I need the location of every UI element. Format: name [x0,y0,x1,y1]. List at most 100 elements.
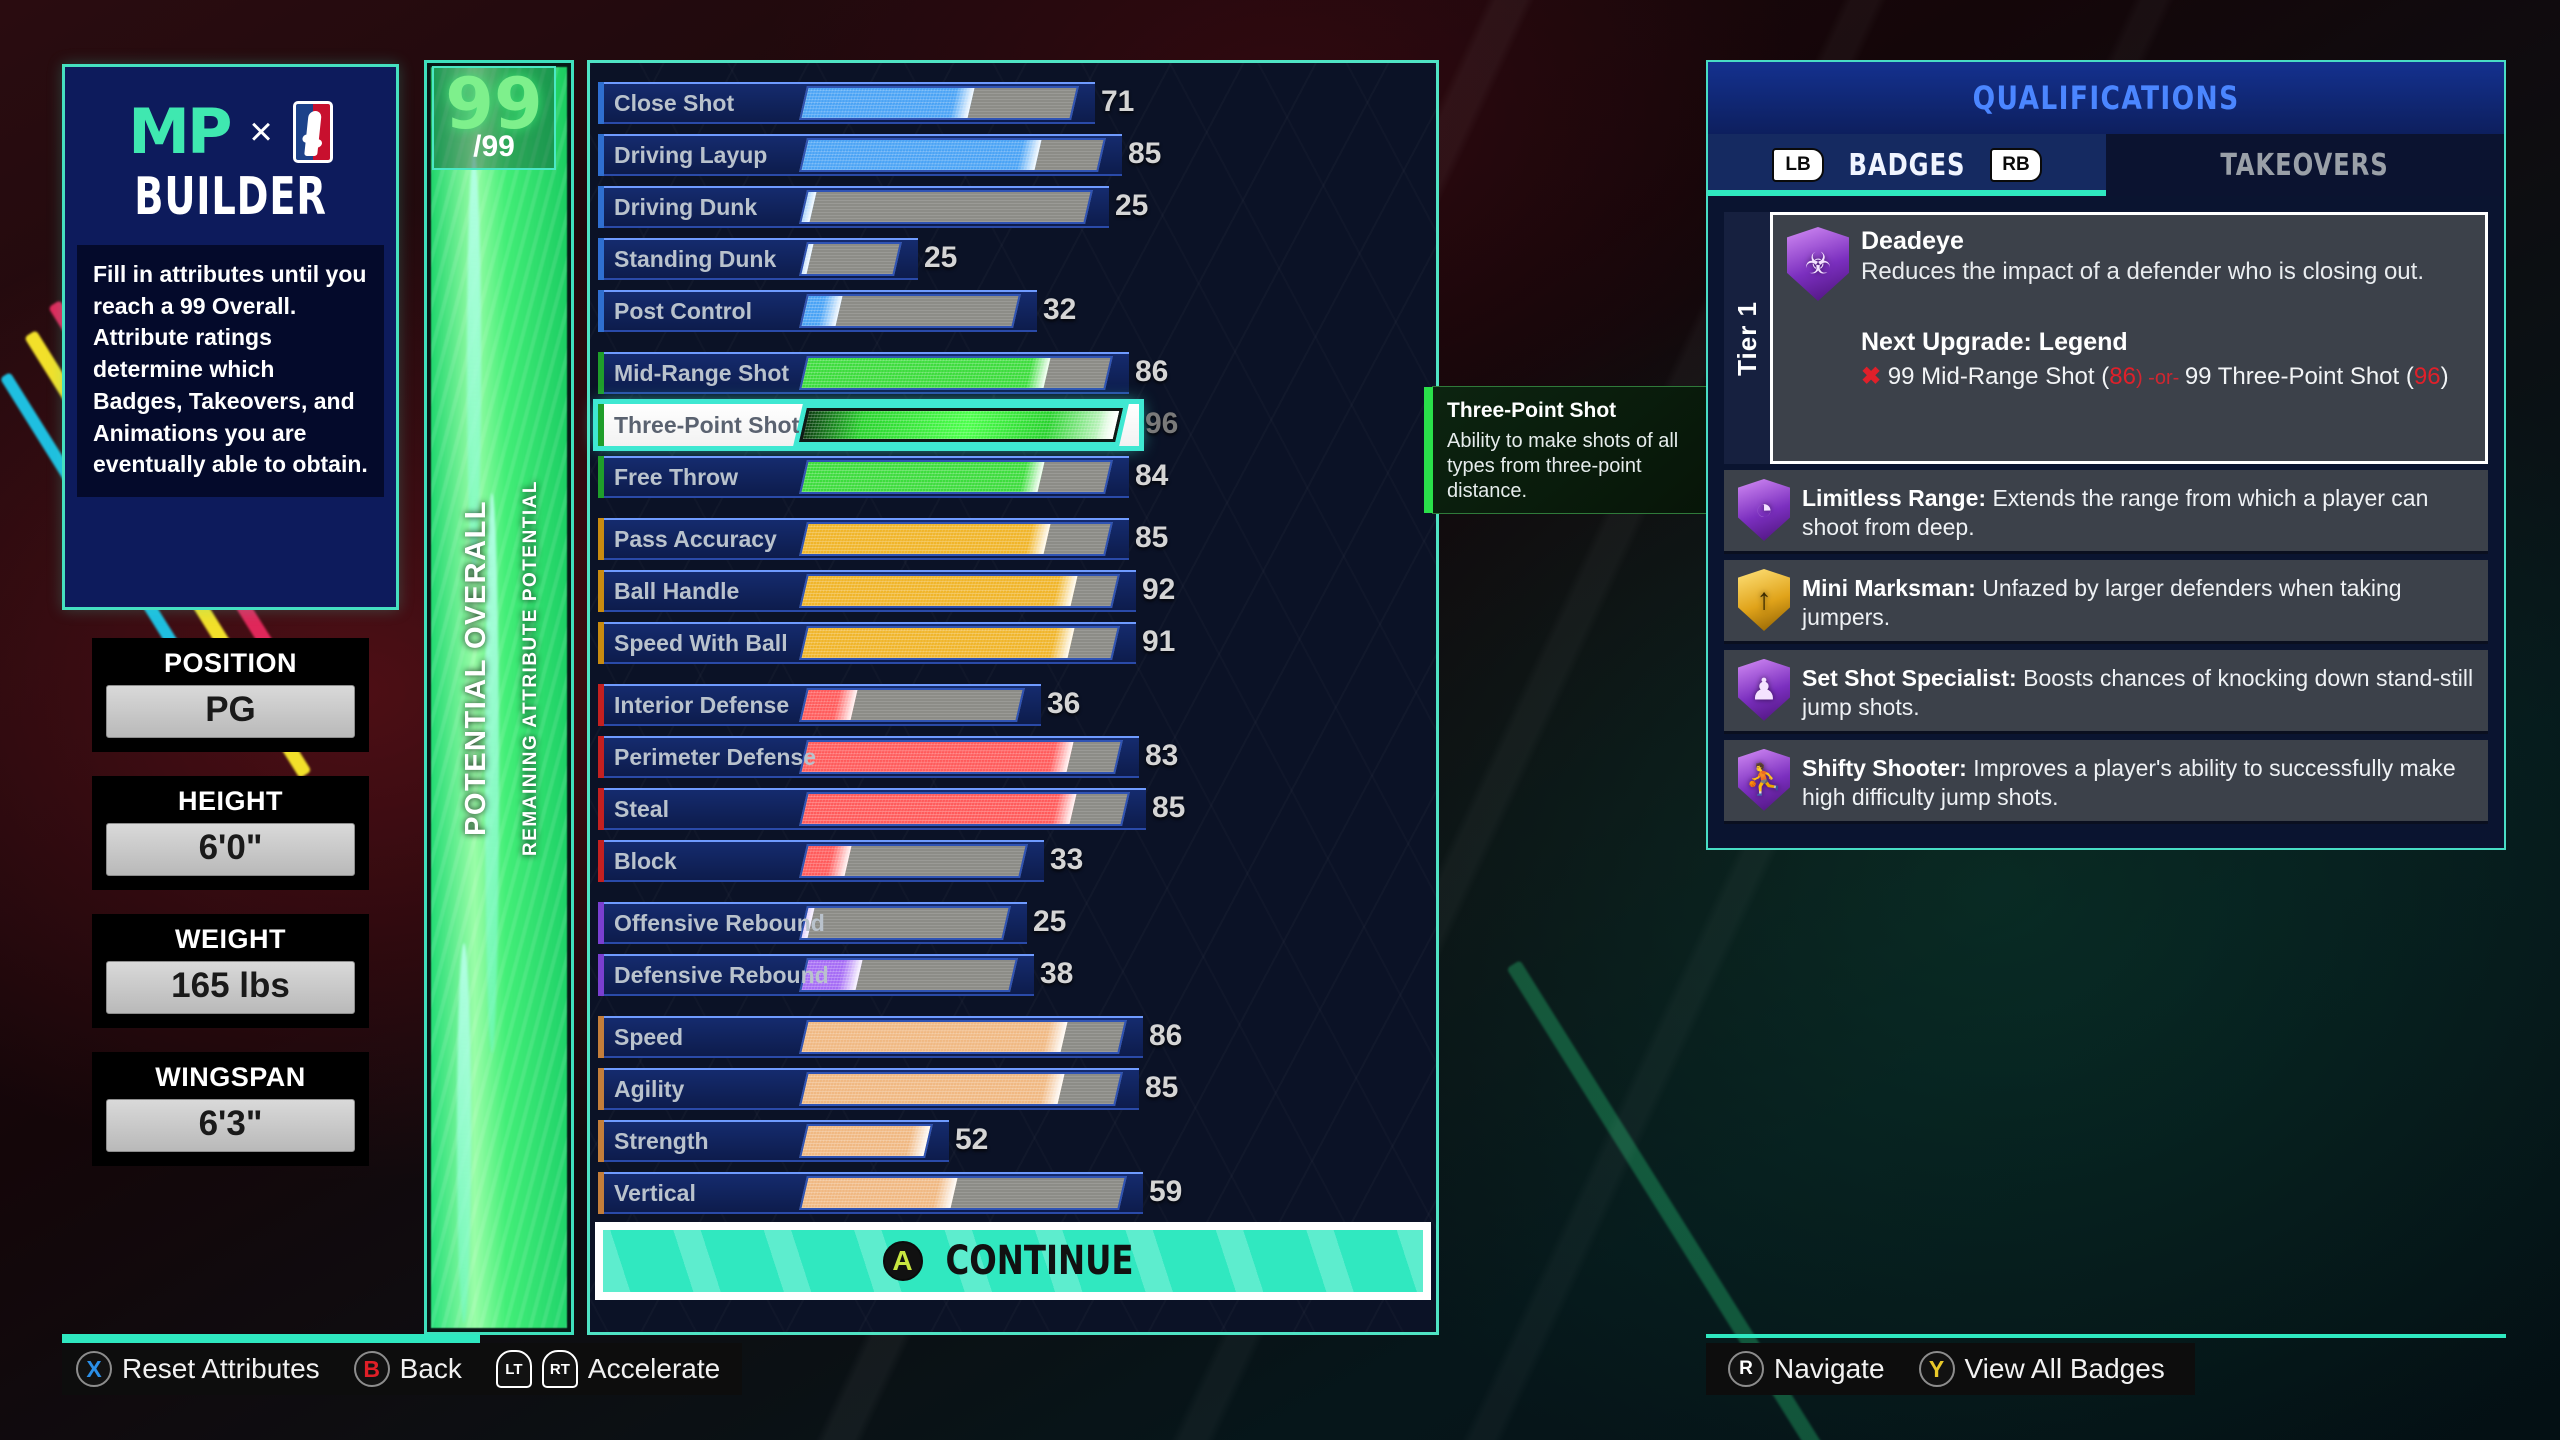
attribute-name: Pass Accuracy [614,525,777,552]
attribute-row[interactable]: Driving Layup 85 [598,129,1388,181]
attribute-name: Post Control [614,297,752,324]
attribute-bar-track [799,740,1123,774]
attribute-row[interactable]: Speed 86 [598,1011,1388,1063]
left-accent-strip [62,1334,480,1343]
continue-label: CONTINUE [944,1238,1134,1284]
attribute-bar-fill [801,742,1074,772]
attribute-row[interactable]: Strength 52 [598,1115,1388,1167]
badge-list-item[interactable]: ⛹ Shifty Shooter: Improves a player's abi… [1724,739,2488,824]
attribute-row[interactable]: Speed With Ball 91 [598,617,1388,669]
requirement-separator: ) -or- [2135,367,2185,389]
overall-rating-value: 99 [445,62,543,145]
shooter-badge-icon: ♟ [1738,658,1790,721]
badge-list: ◔ Limitless Range: Extends the range from… [1724,470,2488,824]
hint-label-view-badges: View All Badges [1964,1353,2165,1384]
attribute-value: 33 [1050,843,1084,876]
attribute-row[interactable]: Block 33 [598,835,1388,887]
badge-list-item[interactable]: ◔ Limitless Range: Extends the range from… [1724,470,2488,554]
hint-view-all-badges[interactable]: Y View All Badges [1918,1351,2165,1387]
attribute-row[interactable]: Offensive Rebound 25 [598,897,1388,949]
badge-list-item-name: Mini Marksman: [1802,574,1976,601]
attribute-value: 25 [1115,189,1149,222]
attribute-bar-fill [801,1022,1068,1052]
spec-card-height[interactable]: HEIGHT 6'0" [92,776,369,890]
attribute-row[interactable]: Standing Dunk 25 [598,233,1388,285]
badge-detail-card[interactable]: ☣ Deadeye Reduces the impact of a defend… [1770,212,2488,464]
badge-list-item[interactable]: ↑ Mini Marksman: Unfazed by larger defend… [1724,559,2488,644]
qualifications-tabs: LB BADGES RB TAKEOVERS [1708,134,2504,196]
attribute-name: Perimeter Defense [614,743,816,770]
spec-label-weight: WEIGHT [175,924,286,954]
overall-rating-box: 99 /99 [432,66,556,170]
meter-ribbon-c [457,943,471,1323]
spec-card-weight[interactable]: WEIGHT 165 lbs [92,914,369,1028]
hint-back[interactable]: B Back [353,1351,462,1387]
attribute-row[interactable]: Mid-Range Shot 86 [598,347,1388,399]
badge-list-item[interactable]: ♟ Set Shot Specialist: Boosts chances of … [1724,649,2488,734]
attribute-row[interactable]: Agility 85 [598,1063,1388,1115]
continue-button[interactable]: A CONTINUE [603,1230,1423,1292]
badge-list-item-text: Shifty Shooter: Improves a player's abil… [1802,749,2474,812]
attribute-value: 92 [1142,573,1176,606]
attribute-row[interactable]: Pass Accuracy 85 [598,513,1388,565]
qualifications-title: QUALIFICATIONS [1972,79,2240,117]
attribute-value: 52 [955,1123,989,1156]
tier-label: Tier 1 [1731,300,1762,376]
attribute-row[interactable]: Driving Dunk 25 [598,181,1388,233]
attribute-bar-track [799,1176,1127,1210]
attribute-row[interactable]: Perimeter Defense 83 [598,731,1388,783]
attribute-bar-fill [802,411,1120,439]
requirement-current-threepoint: 96 [2413,363,2441,390]
y-button-icon: Y [1918,1351,1955,1387]
spec-value-weight: 165 lbs [106,961,355,1014]
attribute-row[interactable]: Free Throw 84 [598,451,1388,503]
attribute-row[interactable]: Defensive Rebound 38 [598,949,1388,1001]
attribute-value: 32 [1043,293,1077,326]
attribute-value: 84 [1135,459,1169,492]
spec-card-wingspan[interactable]: WINGSPAN 6'3" [92,1052,369,1166]
attribute-bar-track [799,844,1028,878]
builder-description: Fill in attributes until you reach a 99 … [77,245,384,498]
attribute-row[interactable]: Steal 85 [598,783,1388,835]
attribute-value: 59 [1149,1175,1183,1208]
hint-label-reset: Reset Attributes [122,1353,320,1384]
lb-bumper-icon: LB [1772,148,1825,182]
attribute-row[interactable]: Interior Defense 36 [598,679,1388,731]
hint-label-accelerate: Accelerate [587,1353,721,1384]
tab-badges[interactable]: LB BADGES RB [1708,134,2106,196]
builder-wordmark: BUILDER [134,167,327,227]
attribute-bar-track [799,1020,1127,1054]
hint-navigate[interactable]: R Navigate [1728,1351,1885,1387]
attribute-row[interactable]: Close Shot 71 [598,77,1388,129]
rs-button-icon: R [1728,1351,1764,1387]
attribute-name: Defensive Rebound [614,961,829,988]
attribute-row[interactable]: Three-Point Shot 96 [593,399,1388,451]
spec-card-position[interactable]: POSITION PG [92,638,369,752]
potential-overall-label: POTENTIAL OVERALL [460,500,492,836]
potential-overall-meter: 99 /99 [424,60,574,1335]
badge-list-item-text: Mini Marksman: Unfazed by larger defende… [1802,569,2474,632]
attribute-name: Interior Defense [614,691,790,718]
badge-list-item-name: Set Shot Specialist: [1802,664,2017,691]
mp-logo: MP [128,95,232,168]
continue-button-frame[interactable]: A CONTINUE [595,1222,1431,1300]
attribute-value: 85 [1135,521,1169,554]
hint-accelerate[interactable]: LT RT Accelerate [495,1350,721,1388]
attribute-row[interactable]: Ball Handle 92 [598,565,1388,617]
a-button-icon: A [882,1241,923,1281]
qualifications-panel: QUALIFICATIONS LB BADGES RB TAKEOVERS Ti… [1706,60,2506,850]
attribute-name: Speed [614,1023,684,1050]
spec-value-position: PG [106,685,355,738]
attribute-row[interactable]: Vertical 59 [598,1167,1388,1219]
attribute-bar-fill [801,358,1051,388]
attribute-bar-fill [801,524,1051,554]
tab-takeovers[interactable]: TAKEOVERS [2106,134,2504,196]
next-upgrade-title: Next Upgrade: Legend [1861,328,2128,356]
hint-reset-attributes[interactable]: X Reset Attributes [76,1351,320,1387]
badge-list-item-text: Limitless Range: Extends the range from … [1802,479,2474,542]
nba-logo-icon [292,101,333,163]
signal-waves-badge-icon: ◔ [1738,479,1790,541]
attribute-value: 25 [1033,905,1067,938]
attribute-row[interactable]: Post Control 32 [598,285,1388,337]
badge-description: Reduces the impact of a defender who is … [1861,258,2424,285]
